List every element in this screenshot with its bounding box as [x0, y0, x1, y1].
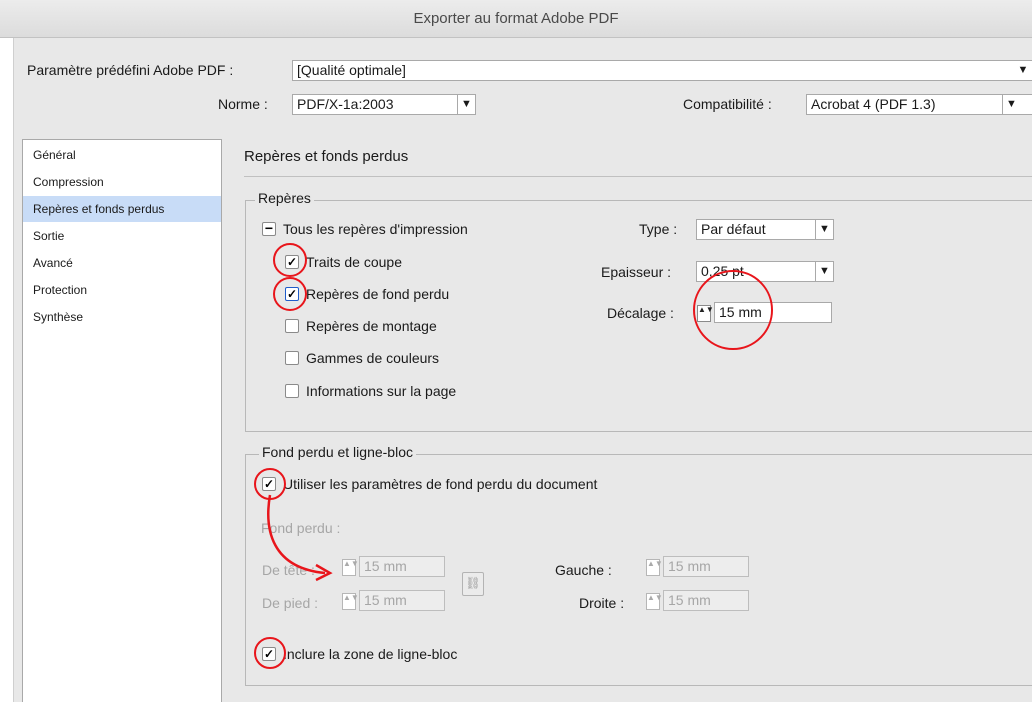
- preset-label: Paramètre prédéfini Adobe PDF :: [27, 62, 234, 78]
- registration-marks-checkbox[interactable]: [285, 319, 299, 333]
- chevron-down-icon: ▼: [457, 95, 475, 114]
- annotation-circle: [273, 277, 307, 311]
- window-title: Exporter au format Adobe PDF: [413, 10, 619, 27]
- color-bars-checkbox[interactable]: [285, 351, 299, 365]
- marks-legend: Repères: [255, 190, 314, 206]
- bleed-left-value: 15 mm: [668, 558, 711, 574]
- crop-marks-label: Traits de coupe: [306, 254, 402, 270]
- weight-label: Epaisseur :: [601, 264, 672, 280]
- bleed-right-stepper[interactable]: ▲▼: [646, 593, 663, 610]
- annotation-circle: [693, 270, 773, 350]
- page-info-label: Informations sur la page: [306, 383, 457, 399]
- sidebar-item-general[interactable]: Général: [23, 142, 221, 168]
- chevron-down-icon: ▼: [1002, 95, 1020, 114]
- page-info-checkbox[interactable]: [285, 384, 299, 398]
- norme-value: PDF/X-1a:2003: [297, 96, 394, 112]
- sidebar-item-output[interactable]: Sortie: [23, 223, 221, 249]
- type-label: Type :: [639, 221, 678, 237]
- annotation-circle: [273, 243, 307, 277]
- compat-select[interactable]: Acrobat 4 (PDF 1.3) ▼: [806, 94, 1032, 115]
- type-select[interactable]: Par défaut ▼: [696, 219, 834, 240]
- chevron-down-icon: ▼: [1017, 64, 1029, 76]
- offset-label: Décalage :: [607, 305, 674, 321]
- annotation-circle: [254, 637, 286, 669]
- color-bars-label: Gammes de couleurs: [306, 350, 440, 366]
- bleed-right-label: Droite :: [579, 595, 625, 611]
- sidebar-item-summary[interactable]: Synthèse: [23, 304, 221, 330]
- annotation-arrow-line: [267, 494, 326, 575]
- bleed-marks-label: Repères de fond perdu: [306, 286, 450, 302]
- all-marks-label: Tous les repères d'impression: [283, 221, 468, 237]
- norme-select[interactable]: PDF/X-1a:2003 ▼: [292, 94, 476, 115]
- sidebar-nav: Général Compression Repères et fonds per…: [22, 139, 222, 702]
- bleed-top-input[interactable]: 15 mm: [359, 556, 445, 577]
- section-title: Repères et fonds perdus: [244, 148, 409, 165]
- bleed-right-input[interactable]: 15 mm: [663, 590, 749, 611]
- bleed-left-label: Gauche :: [555, 562, 612, 578]
- sidebar-item-compression[interactable]: Compression: [23, 169, 221, 195]
- norme-label: Norme :: [218, 96, 268, 112]
- bleed-left-stepper[interactable]: ▲▼: [646, 559, 663, 576]
- all-marks-checkbox[interactable]: −: [262, 221, 276, 236]
- bleed-bottom-stepper[interactable]: ▲▼: [342, 593, 359, 610]
- window-left-edge: [0, 38, 14, 702]
- chevron-down-icon: ▼: [815, 262, 833, 281]
- compat-label: Compatibilité :: [683, 96, 772, 112]
- bleed-legend: Fond perdu et ligne-bloc: [259, 444, 416, 460]
- registration-marks-label: Repères de montage: [306, 318, 437, 334]
- sidebar-item-security[interactable]: Protection: [23, 277, 221, 303]
- preset-select[interactable]: [Qualité optimale] ▼: [292, 60, 1032, 81]
- bleed-bottom-input[interactable]: 15 mm: [359, 590, 445, 611]
- bleed-right-value: 15 mm: [668, 592, 711, 608]
- sidebar-item-advanced[interactable]: Avancé: [23, 250, 221, 276]
- include-slug-label: Inclure la zone de ligne-bloc: [283, 646, 458, 662]
- bleed-top-value: 15 mm: [364, 558, 407, 574]
- chain-link-icon[interactable]: ⛓: [462, 572, 484, 596]
- bleed-left-input[interactable]: 15 mm: [663, 556, 749, 577]
- preset-value: [Qualité optimale]: [297, 62, 406, 78]
- type-value: Par défaut: [701, 221, 766, 237]
- annotation-arrow: [267, 494, 333, 582]
- compat-value: Acrobat 4 (PDF 1.3): [811, 96, 936, 112]
- chevron-down-icon: ▼: [815, 220, 833, 239]
- bleed-bottom-value: 15 mm: [364, 592, 407, 608]
- sidebar-item-marks-bleeds[interactable]: Repères et fonds perdus: [23, 196, 221, 222]
- section-divider: [244, 176, 1032, 177]
- bleed-bottom-label: De pied :: [262, 595, 319, 611]
